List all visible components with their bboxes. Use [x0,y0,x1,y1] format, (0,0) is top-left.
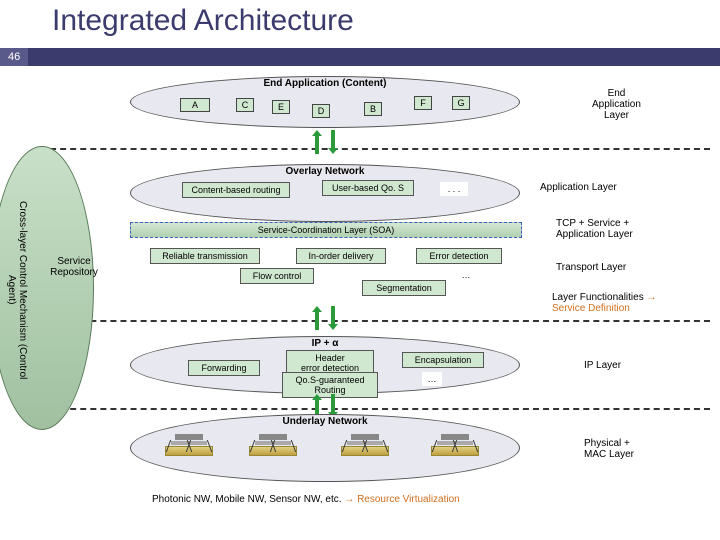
diagram-area: Cross-layer Control Mechanism (Control A… [0,70,720,540]
arrow-icon: → [344,494,354,505]
app-node-b: B [364,102,382,116]
app-node-d: D [312,104,330,118]
physical-mac-label: Physical + MAC Layer [584,438,634,460]
encapsulation-box: Encapsulation [402,352,484,368]
inorder-delivery-box: In-order delivery [296,248,386,264]
slide-title: Integrated Architecture [0,0,720,40]
end-application-title: End Application (Content) [250,78,400,89]
func-a: Layer Functionalities [552,292,644,303]
ip-title: IP + α [295,338,355,349]
app-node-f: F [414,96,432,110]
overlay-title: Overlay Network [280,166,370,177]
ip-layer-label: IP Layer [584,360,621,371]
underlay-title: Underlay Network [270,416,380,427]
app-node-c: C [236,98,254,112]
network-device-icon [164,434,214,464]
app-node-e: E [272,100,290,114]
content-routing-box: Content-based routing [182,182,290,198]
bidir-arrow-icon [312,306,338,330]
application-layer-label: Application Layer [540,182,617,193]
user-qos-box: User-based Qo. S [322,180,414,196]
forwarding-box: Forwarding [188,360,260,376]
transport-layer-label: Transport Layer [556,262,626,273]
app-node-a: A [180,98,210,112]
network-device-icon [248,434,298,464]
app-node-g: G [452,96,470,110]
caption-a: Photonic NW, Mobile NW, Sensor NW, etc. [152,494,342,505]
separator [40,148,710,150]
separator [40,408,710,410]
overlay-dots: . . . [440,182,468,196]
func-b: Service Definition [552,303,630,314]
layer-func-label: Layer Functionalities → Service Definiti… [552,292,657,314]
cross-layer-label: Cross-layer Control Mechanism (Control A… [6,190,28,390]
header-bar [28,48,720,66]
reliable-transmission-box: Reliable transmission [150,248,260,264]
network-device-icon [340,434,390,464]
underlay-caption: Photonic NW, Mobile NW, Sensor NW, etc. … [152,494,460,505]
tcp-service-label: TCP + Service + Application Layer [556,218,633,240]
bidir-arrow-icon [312,130,338,154]
soa-bar: Service-Coordination Layer (SOA) [130,222,522,238]
transport-dots: … [456,268,476,282]
slide-number: 46 [0,48,28,66]
separator [40,320,710,322]
segmentation-box: Segmentation [362,280,446,296]
network-device-icon [430,434,480,464]
arrow-icon: → [647,292,657,303]
service-repo-label: Service Repository [44,256,104,278]
ip-dots: … [422,372,442,386]
caption-b: Resource Virtualization [357,494,460,505]
error-detection-box: Error detection [416,248,502,264]
end-app-layer-label: End Application Layer [592,88,641,121]
flow-control-box: Flow control [240,268,314,284]
